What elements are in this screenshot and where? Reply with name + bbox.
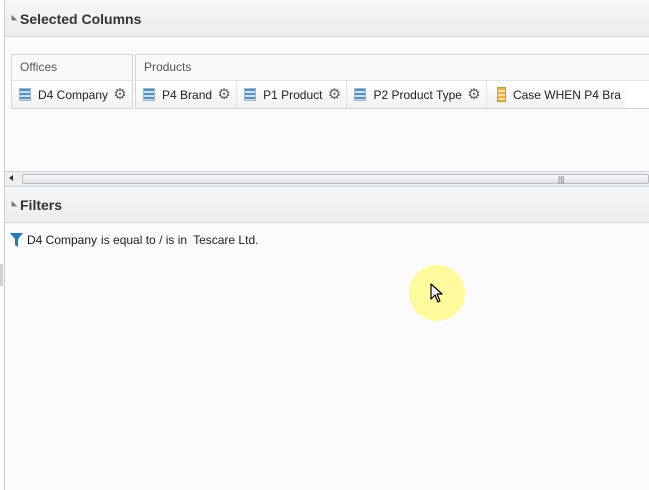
column-chip-case-when[interactable]: Case WHEN P4 Bra xyxy=(486,81,625,108)
filter-operator: is equal to / is in xyxy=(101,233,188,247)
scrollbar-thumb[interactable]: ||| xyxy=(22,174,649,184)
gear-icon[interactable]: ⚙ xyxy=(326,86,342,103)
scroll-left-arrow-icon[interactable] xyxy=(9,175,13,181)
filters-area: D4 Company is equal to / is in Tescare L… xyxy=(5,223,649,490)
column-chip-p2-product-type[interactable]: P2 Product Type ⚙ xyxy=(347,81,487,108)
column-chip-label: P4 Brand xyxy=(162,87,213,102)
column-group-offices: Offices D4 Company ⚙ xyxy=(11,54,134,109)
column-group-products: Products P4 Brand ⚙ P1 Product ⚙ P2 Prod… xyxy=(135,54,649,109)
column-chip-p4-brand[interactable]: P4 Brand ⚙ xyxy=(136,81,238,108)
group-label: Offices xyxy=(12,55,133,81)
filter-column-name[interactable]: D4 Company xyxy=(27,233,97,247)
column-chip-label: P2 Product Type xyxy=(373,87,462,102)
attribute-column-icon xyxy=(19,88,31,101)
collapse-triangle-icon[interactable] xyxy=(8,14,18,24)
column-chip-d4-company[interactable]: D4 Company ⚙ xyxy=(12,81,133,108)
column-chip-label: D4 Company xyxy=(38,87,109,102)
horizontal-scrollbar[interactable]: ||| xyxy=(5,171,649,187)
selected-columns-header[interactable]: Selected Columns xyxy=(5,2,649,37)
scrollbar-grip-icon: ||| xyxy=(558,175,565,184)
column-chip-label: Case WHEN P4 Bra xyxy=(512,87,621,102)
gear-icon[interactable]: ⚙ xyxy=(216,86,232,103)
gear-icon[interactable]: ⚙ xyxy=(112,86,128,103)
selected-columns-title: Selected Columns xyxy=(20,11,142,27)
attribute-column-icon xyxy=(143,88,156,101)
group-label: Products xyxy=(136,55,649,81)
selected-columns-area: Offices D4 Company ⚙ Products P4 Brand ⚙ xyxy=(5,37,649,171)
filter-value: Tescare Ltd. xyxy=(193,233,259,247)
filter-funnel-icon xyxy=(10,233,23,247)
criteria-pane: Selected Columns Offices D4 Company ⚙ Pr… xyxy=(4,0,649,490)
column-chip-label: P1 Product xyxy=(263,87,323,102)
gear-icon[interactable]: ⚙ xyxy=(466,86,482,103)
column-chip-p1-product[interactable]: P1 Product ⚙ xyxy=(237,81,348,108)
attribute-column-icon xyxy=(244,88,257,101)
filter-item[interactable]: D4 Company is equal to / is in Tescare L… xyxy=(10,233,258,247)
filters-header[interactable]: Filters xyxy=(5,188,649,223)
filters-title: Filters xyxy=(20,197,63,213)
calculated-column-icon xyxy=(496,87,506,102)
splitter-handle[interactable] xyxy=(0,264,3,286)
collapse-triangle-icon[interactable] xyxy=(8,200,18,210)
attribute-column-icon xyxy=(354,88,367,101)
mouse-pointer-icon xyxy=(430,283,443,303)
